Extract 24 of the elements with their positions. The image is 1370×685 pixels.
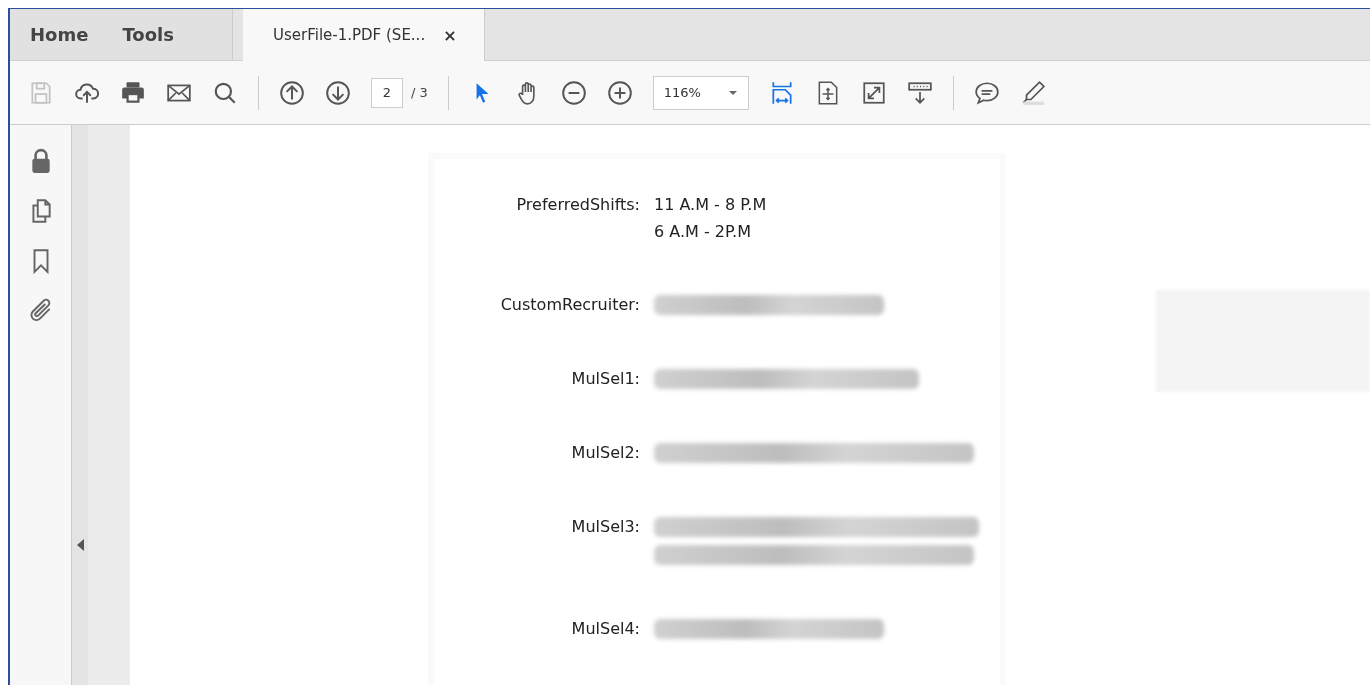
field-label: CustomRecruiter:: [499, 295, 640, 315]
menu-tab[interactable]: Tools: [122, 24, 174, 45]
document-title: UserFile-1.PDF (SE...: [273, 26, 426, 44]
document-tab[interactable]: UserFile-1.PDF (SE... ×: [243, 9, 485, 61]
collapse-arrow-icon[interactable]: [77, 539, 85, 551]
caret-icon: [727, 89, 738, 96]
field-label: MulSel3:: [570, 517, 640, 538]
comment-icon[interactable]: [973, 79, 1000, 106]
zoom-out-icon[interactable]: [560, 79, 587, 106]
field-value: 6 A.M - 2P.M: [654, 222, 752, 241]
field-label: MulSel1:: [570, 369, 640, 389]
menu-tab[interactable]: Home: [30, 24, 89, 45]
field-label: PreferredShifts:: [515, 195, 640, 216]
page-number-field[interactable]: 2: [371, 77, 403, 108]
close-tab-button[interactable]: ×: [443, 25, 457, 45]
zoom-in-icon[interactable]: [606, 79, 633, 106]
zoom-dropdown[interactable]: 116%: [652, 75, 749, 110]
full-screen-icon[interactable]: [860, 79, 887, 106]
read-mode-icon[interactable]: [906, 79, 933, 106]
field-label: MulSel4:: [570, 619, 640, 639]
field-value: 11 A.M - 8 P.M: [654, 195, 767, 214]
page-total: / 3: [411, 85, 428, 100]
field-label: MulSel2:: [570, 443, 640, 463]
print-icon[interactable]: [120, 79, 146, 106]
